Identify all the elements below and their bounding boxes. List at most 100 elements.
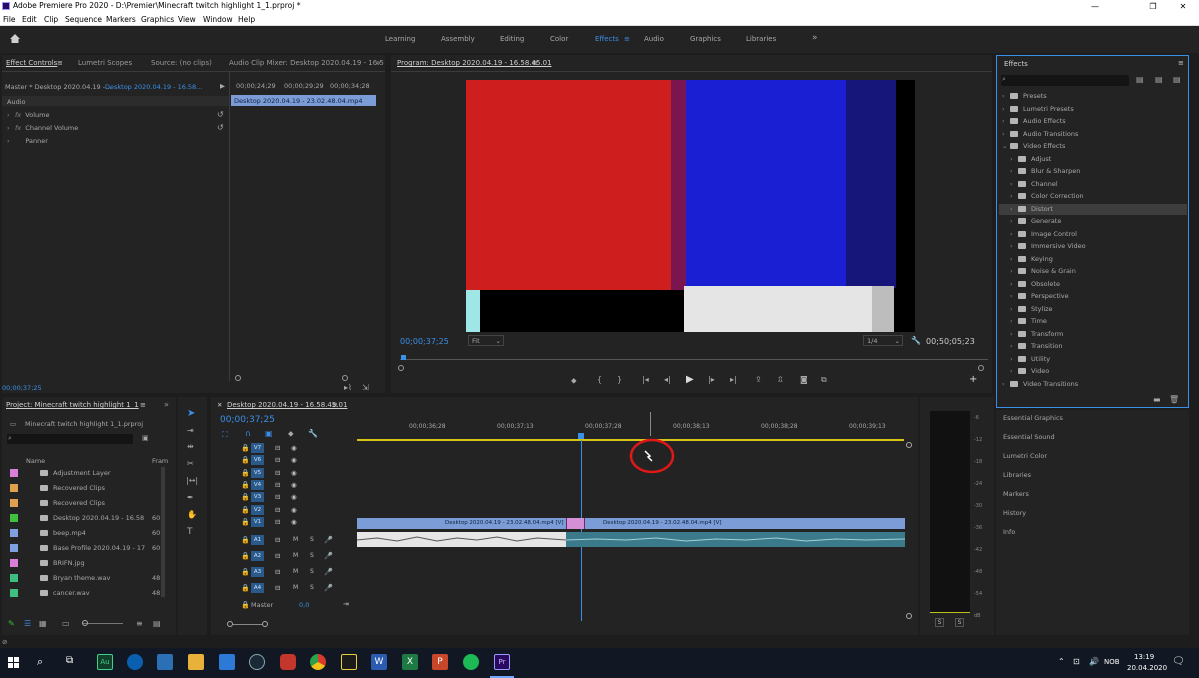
step-forward-icon[interactable]: |▸ — [708, 375, 715, 384]
discord-icon[interactable] — [280, 654, 296, 670]
new-search-bin-icon[interactable]: ▣ — [142, 434, 149, 442]
play-arrow-icon[interactable]: ▶ — [220, 82, 225, 90]
adjustment-clip[interactable] — [566, 518, 585, 529]
panel-history[interactable]: History — [1003, 509, 1026, 517]
effects-item[interactable]: › Immersive Video — [1010, 242, 1086, 250]
chevron-right-icon[interactable]: › — [1002, 105, 1010, 113]
project-item[interactable]: BRIFN.jpg — [40, 559, 85, 567]
panner-row[interactable]: › Panner — [7, 137, 48, 145]
reset-channel-icon[interactable]: ↺ — [217, 123, 224, 132]
lock-icon[interactable]: 🔒 — [241, 506, 250, 514]
solo-right-button[interactable]: S — [955, 618, 964, 627]
close-button[interactable]: ✕ — [1168, 0, 1198, 13]
effects-search-input[interactable]: ⌕ — [1001, 75, 1129, 86]
sequence-tab[interactable]: Desktop 2020.04.19 - 16.58.45.01 — [227, 401, 347, 409]
effects-item[interactable]: › Utility — [1010, 355, 1050, 363]
lock-icon[interactable]: 🔒 — [241, 469, 250, 477]
menu-window[interactable]: Window — [203, 15, 233, 24]
mute-button[interactable]: M — [293, 568, 298, 575]
effects-title[interactable]: Effects — [1004, 60, 1028, 68]
track-target-a2[interactable]: A2 — [251, 551, 264, 561]
snap-icon[interactable]: ∩ — [245, 429, 251, 438]
program-scrub-bar[interactable] — [400, 355, 988, 364]
effects-item[interactable]: › Audio Effects — [1002, 117, 1066, 125]
effects-item[interactable]: › Generate — [1010, 217, 1061, 225]
solo-button[interactable]: S — [310, 584, 314, 591]
panel-lumetri-color[interactable]: Lumetri Color — [1003, 452, 1047, 460]
project-scrollbar[interactable] — [161, 467, 165, 597]
close-sequence-icon[interactable]: ✕ — [217, 401, 222, 409]
menu-view[interactable]: View — [178, 15, 196, 24]
new-bin-icon[interactable]: ▬ — [1153, 395, 1161, 404]
menu-sequence[interactable]: Sequence — [65, 15, 102, 24]
solo-button[interactable]: S — [310, 568, 314, 575]
effects-item[interactable]: › Blur & Sharpen — [1010, 167, 1080, 175]
comparison-view-icon[interactable]: ⧉ — [821, 375, 827, 385]
microphone-icon[interactable]: 🎤 — [324, 568, 333, 576]
sync-lock-icon[interactable]: ⊟ — [275, 456, 280, 464]
mute-button[interactable]: M — [293, 552, 298, 559]
workspace-assembly[interactable]: Assembly — [441, 35, 475, 43]
reset-volume-icon[interactable]: ↺ — [217, 110, 224, 119]
lift-icon[interactable]: ⇪ — [755, 375, 762, 384]
export-icon[interactable]: ⇲ — [362, 383, 369, 392]
chevron-right-icon[interactable]: › — [1010, 192, 1018, 200]
workspace-effects[interactable]: Effects — [595, 35, 619, 43]
chevron-right-icon[interactable]: › — [1010, 280, 1018, 288]
frame-column-header[interactable]: Fram — [152, 457, 168, 465]
chevron-right-icon[interactable]: › — [1010, 342, 1018, 350]
video-frame[interactable] — [466, 80, 915, 332]
sync-lock-icon[interactable]: ⊟ — [275, 584, 280, 592]
chevron-right-icon[interactable]: › — [1010, 305, 1018, 313]
sequence-menu-icon[interactable]: ≡ — [332, 401, 338, 409]
timeline-marker-icon[interactable]: ⬥ — [288, 429, 294, 439]
eye-icon[interactable]: ◉ — [291, 481, 297, 489]
word-icon[interactable]: W — [371, 654, 387, 670]
chrome-icon[interactable] — [310, 654, 326, 670]
label-color-swatch[interactable] — [10, 544, 18, 552]
label-color-swatch[interactable] — [10, 574, 18, 582]
tab-audio-clip-mixer[interactable]: Audio Clip Mixer: Desktop 2020.04.19 - 1… — [229, 59, 384, 67]
steam-icon[interactable] — [249, 654, 265, 670]
track-target-v2[interactable]: V2 — [251, 504, 264, 515]
effects-menu-icon[interactable]: ≡ — [1178, 59, 1184, 67]
razor-tool-icon[interactable]: ✂ — [187, 459, 194, 468]
project-item[interactable]: Bryan theme.wav — [40, 574, 110, 582]
lock-icon[interactable]: 🔒 — [241, 552, 250, 560]
label-color-swatch[interactable] — [10, 589, 18, 597]
track-target-v7[interactable]: V7 — [251, 443, 264, 453]
volume-row[interactable]: › fx Volume — [7, 111, 49, 119]
lock-icon[interactable]: 🔒 — [241, 518, 250, 526]
timeline-timecode[interactable]: 00;00;37;25 — [220, 415, 275, 425]
add-marker-icon[interactable]: ⬥ — [571, 376, 577, 386]
list-view-icon[interactable]: ☰ — [24, 619, 31, 628]
effects-item[interactable]: › Presets — [1002, 92, 1047, 100]
chevron-right-icon[interactable]: › — [1002, 92, 1010, 100]
audio-clip-1[interactable] — [356, 532, 567, 547]
vertical-zoom-handle-bottom[interactable] — [906, 613, 912, 619]
sync-lock-icon[interactable]: ⊟ — [275, 493, 280, 501]
program-timecode[interactable]: 00;00;37;25 — [400, 337, 449, 346]
freeform-view-icon[interactable]: ▭ — [62, 619, 70, 628]
sync-lock-icon[interactable]: ⊟ — [275, 536, 280, 544]
workspace-color[interactable]: Color — [550, 35, 568, 43]
lock-icon[interactable]: 🔒 — [241, 481, 250, 489]
eye-icon[interactable]: ◉ — [291, 493, 297, 501]
project-item[interactable]: Base Profile 2020.04.19 - 17 — [40, 544, 145, 552]
eye-icon[interactable]: ◉ — [291, 506, 297, 514]
go-to-end-icon[interactable]: ⇥ — [343, 600, 349, 608]
panel-libraries[interactable]: Libraries — [1003, 471, 1031, 479]
effects-item[interactable]: › Audio Transitions — [1002, 130, 1078, 138]
lock-icon[interactable]: 🔒 — [241, 568, 250, 576]
app-icon[interactable] — [341, 654, 357, 670]
sort-icon[interactable]: ≡ — [136, 619, 143, 628]
mute-button[interactable]: M — [293, 584, 298, 591]
spotify-icon[interactable] — [463, 654, 479, 670]
project-item[interactable]: beep.mp4 — [40, 529, 86, 537]
pen-tool-icon[interactable]: ✒ — [187, 493, 194, 502]
channel-volume-row[interactable]: › fx Channel Volume — [7, 124, 78, 132]
excel-icon[interactable]: X — [402, 654, 418, 670]
lock-icon[interactable]: 🔒 — [241, 536, 250, 544]
sync-lock-icon[interactable]: ⊟ — [275, 481, 280, 489]
lock-icon[interactable]: 🔒 — [241, 493, 250, 501]
